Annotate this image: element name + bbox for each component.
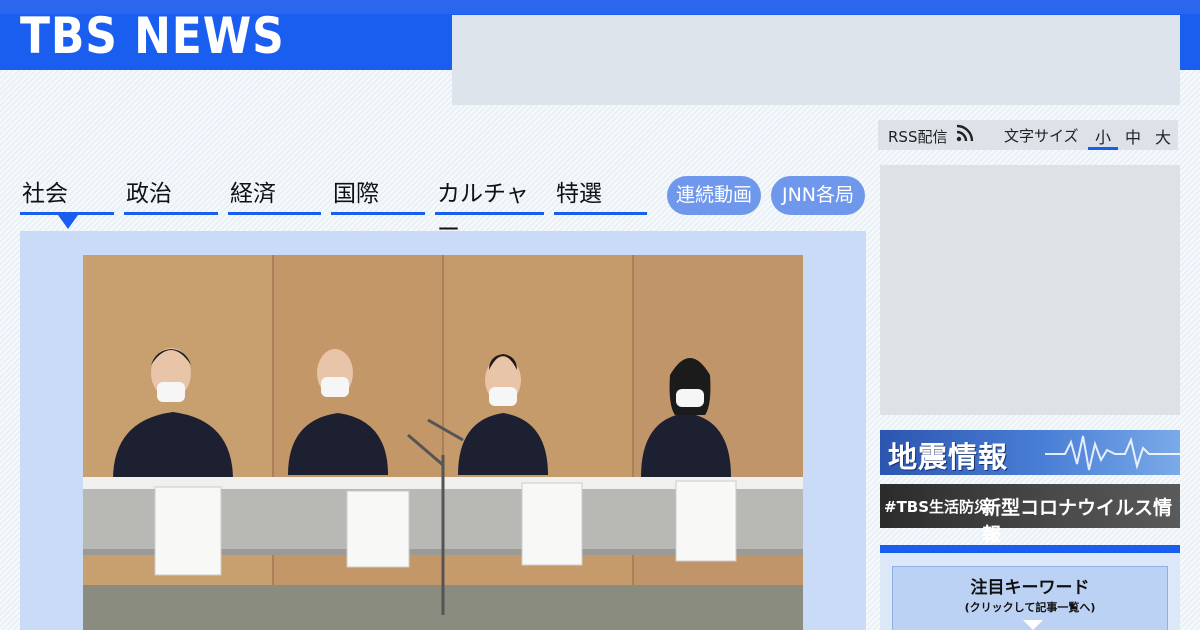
keyword-header[interactable]: 注目キーワード (クリックして記事一覧へ): [892, 566, 1168, 630]
continuous-video-button[interactable]: 連続動画: [667, 176, 761, 215]
keyword-subtitle: (クリックして記事一覧へ): [964, 601, 1096, 614]
nav-tab-politics[interactable]: 政治: [124, 176, 218, 215]
earthquake-banner-label: 地震情報: [888, 440, 1009, 474]
rss-icon[interactable]: [956, 124, 974, 142]
keyword-arrow-icon: [1023, 620, 1043, 630]
nav-tab-special[interactable]: 特選: [554, 176, 647, 215]
earthquake-info-banner[interactable]: 地震情報: [880, 430, 1180, 475]
trending-keywords-box: 注目キーワード (クリックして記事一覧へ): [880, 545, 1180, 630]
utility-bar: RSS配信 文字サイズ 小 中 大: [878, 120, 1178, 150]
keyword-title: 注目キーワード: [970, 578, 1090, 598]
font-size-label: 文字サイズ: [1004, 127, 1079, 145]
category-nav: 社会 政治 経済 国際 カルチャー 特選 連続動画 JNN各局: [20, 176, 866, 243]
font-size-medium-button[interactable]: 中: [1118, 124, 1148, 148]
covid-info-banner[interactable]: #TBS生活防災 新型コロナウイルス情報: [880, 484, 1180, 546]
active-tab-indicator: [58, 215, 78, 229]
font-size-small-button[interactable]: 小: [1088, 124, 1118, 150]
seismograph-icon: [1045, 435, 1180, 471]
tbs-news-logo[interactable]: TBS NEWS: [20, 6, 285, 66]
header-ad-slot: [452, 15, 1180, 105]
sidebar-ad-slot: [880, 165, 1180, 415]
font-size-large-button[interactable]: 大: [1148, 124, 1178, 148]
jnn-stations-button[interactable]: JNN各局: [771, 176, 865, 215]
nav-tab-society[interactable]: 社会: [20, 176, 114, 215]
rss-link[interactable]: RSS配信: [888, 126, 947, 147]
nav-tab-international[interactable]: 国際: [331, 176, 425, 215]
covid-banner-tag: #TBS生活防災: [884, 498, 990, 516]
nav-tab-culture[interactable]: カルチャー: [435, 176, 544, 243]
nav-tab-economy[interactable]: 経済: [228, 176, 321, 215]
covid-banner-label: 新型コロナウイルス情報: [982, 497, 1173, 546]
press-conference-photo[interactable]: [83, 255, 803, 630]
